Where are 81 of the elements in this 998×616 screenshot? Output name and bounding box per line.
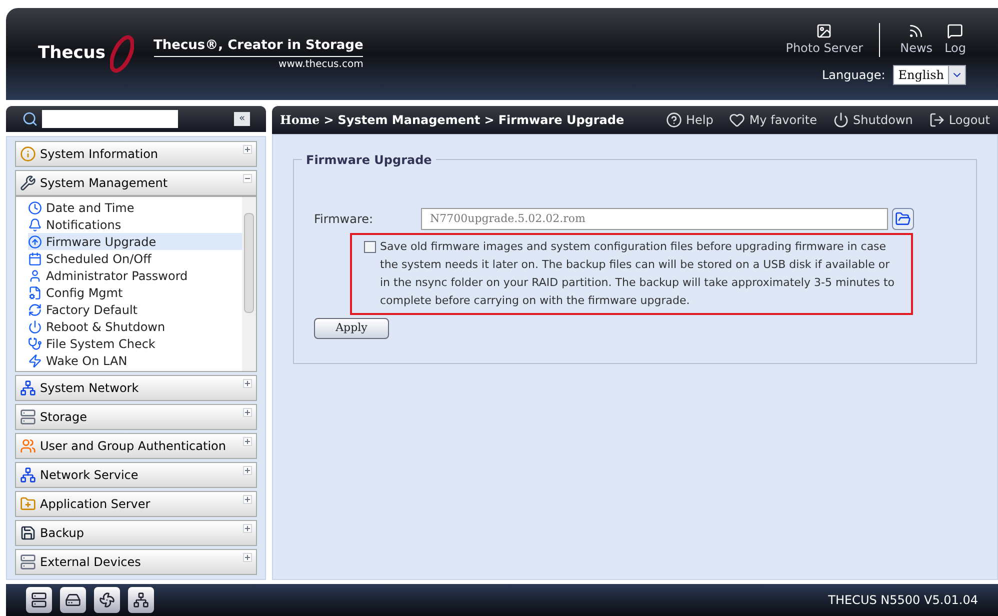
menu-category[interactable]: Network Service: [15, 462, 257, 488]
menu-category[interactable]: Storage: [15, 404, 257, 430]
menu-category[interactable]: System Management: [15, 170, 257, 196]
breadcrumb-link[interactable]: Home: [280, 111, 320, 129]
info-icon: [20, 146, 36, 162]
folder-icon: [20, 496, 36, 512]
breadcrumb-separator: >: [484, 112, 494, 129]
menu-category[interactable]: System Information: [15, 141, 257, 167]
submenu-item[interactable]: Notifications: [28, 216, 242, 233]
submenu-item[interactable]: Date and Time: [28, 199, 242, 216]
firmware-label: Firmware:: [314, 211, 374, 228]
status-button[interactable]: [60, 587, 86, 613]
refresh-icon: [28, 302, 42, 316]
server-icon: [20, 409, 36, 425]
breadcrumb-link[interactable]: System Management: [338, 111, 480, 129]
server-icon: [20, 554, 36, 570]
submenu-item[interactable]: File System Check: [28, 335, 242, 352]
logout-icon: [928, 112, 945, 128]
menu-category[interactable]: External Devices: [15, 549, 257, 575]
apply-button[interactable]: Apply: [314, 318, 389, 339]
version-text: THECUS N5500 V5.01.04: [828, 592, 978, 609]
tagline: Thecus®, Creator in Storage: [154, 36, 364, 57]
backup-checkbox[interactable]: [364, 241, 376, 253]
config-icon: [28, 286, 42, 300]
website: www.thecus.com: [278, 58, 364, 72]
rss-icon: [908, 23, 924, 39]
submenu-item[interactable]: Factory Default: [28, 301, 242, 318]
speech-bubble-icon: [947, 23, 964, 39]
menu-category[interactable]: User and Group Authentication: [15, 433, 257, 459]
search-field[interactable]: [42, 110, 178, 128]
wrench-icon: [20, 175, 36, 191]
image-icon: [816, 23, 832, 39]
breadcrumb-separator: >: [324, 112, 334, 129]
submenu-item[interactable]: Config Mgmt: [28, 284, 242, 301]
status-button[interactable]: [128, 587, 154, 613]
submenu-item[interactable]: Firmware Upgrade: [28, 233, 242, 250]
toolbar-link[interactable]: Help: [666, 111, 714, 129]
logo-swirl-icon: [110, 34, 134, 74]
status-button[interactable]: [26, 587, 52, 613]
power-icon: [832, 112, 849, 128]
help-icon: [666, 112, 682, 128]
menu-category[interactable]: Backup: [15, 520, 257, 546]
shortcut-button[interactable]: News: [879, 23, 933, 57]
search-icon: [22, 111, 38, 127]
heart-icon: [729, 112, 746, 128]
submenu-item[interactable]: Administrator Password: [28, 267, 242, 284]
shortcut-button[interactable]: Photo Server: [786, 23, 864, 57]
backup-text: Save old firmware images and system configuration files before upgrading firmware in case the system needs it later on. The backup files can will be stored on a USB disk if available or in the nsync folder on your RAID partition. The backup will take approximately 3-5 minutes to complete before carrying on with the firmware upgrade.: [380, 239, 896, 309]
upgrade-icon: [28, 234, 42, 248]
submenu-item[interactable]: Wake On LAN: [28, 352, 242, 369]
calendar-icon: [28, 252, 42, 266]
folder-icon: [895, 211, 911, 227]
floppy-icon: [20, 525, 36, 541]
toolbar-link[interactable]: My favorite: [729, 111, 817, 129]
submenu-item[interactable]: Reboot & Shutdown: [28, 318, 242, 335]
bell-icon: [28, 218, 42, 232]
language-select[interactable]: English: [893, 65, 966, 85]
status-button[interactable]: [94, 587, 120, 613]
user-icon: [28, 268, 42, 282]
menu-category[interactable]: System Network: [15, 375, 257, 401]
stethoscope-icon: [28, 336, 42, 350]
power-icon: [28, 320, 42, 334]
clock-icon: [28, 200, 42, 214]
network-icon: [20, 467, 36, 483]
server-icon: [31, 592, 47, 608]
collapse-button[interactable]: «: [234, 112, 250, 126]
toolbar-link[interactable]: Shutdown: [832, 111, 913, 129]
language-label: Language:: [822, 67, 886, 84]
bolt-icon: [28, 354, 42, 368]
menu-category[interactable]: Application Server: [15, 491, 257, 517]
users-icon: [20, 438, 36, 454]
fan-icon: [99, 592, 115, 608]
logo-text: Thecus: [38, 42, 106, 66]
shortcut-button[interactable]: Log: [944, 23, 966, 57]
scrollbar[interactable]: [242, 197, 256, 371]
network-icon: [20, 380, 36, 396]
browse-button[interactable]: [892, 208, 914, 230]
toolbar-link[interactable]: Logout: [928, 111, 990, 129]
network-icon: [133, 592, 149, 608]
submenu-item[interactable]: Scheduled On/Off: [28, 250, 242, 267]
firmware-field[interactable]: N7700upgrade.5.02.02.rom: [421, 208, 888, 230]
